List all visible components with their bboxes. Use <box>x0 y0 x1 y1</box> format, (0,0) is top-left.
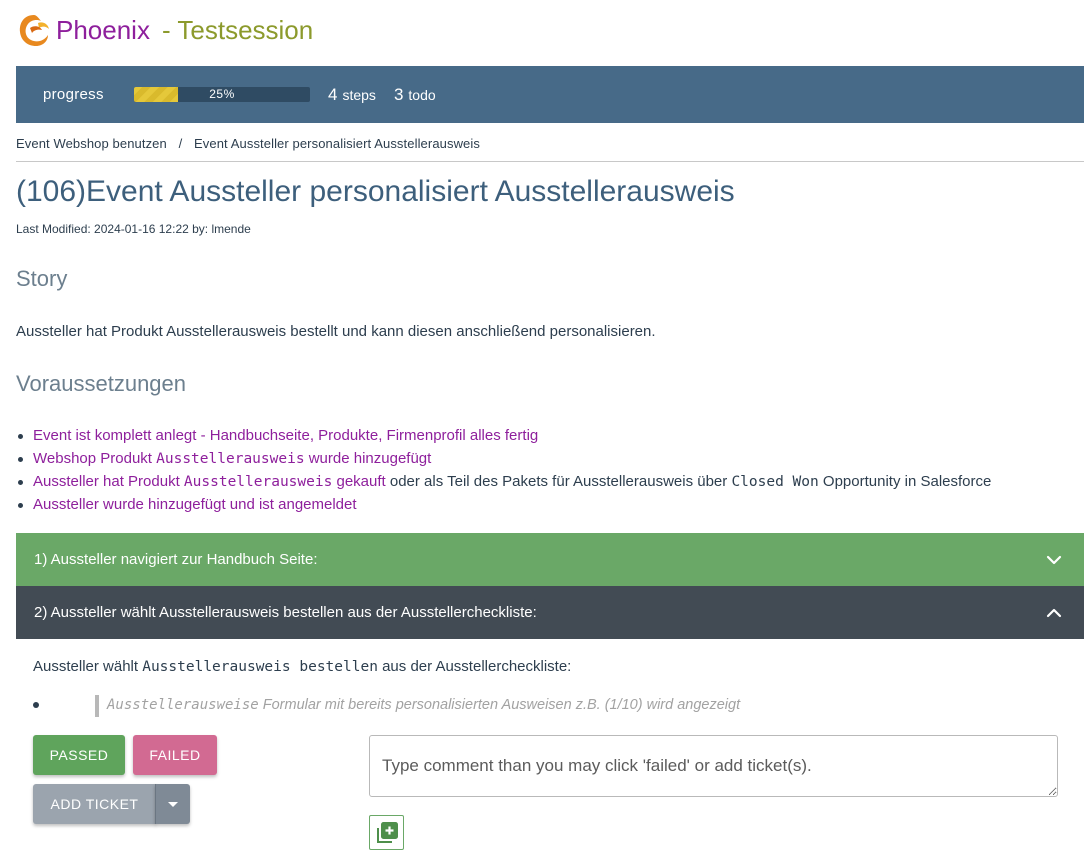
list-item: Aussteller hat Produkt Ausstellerausweis… <box>17 473 992 496</box>
todo-stat: 3 todo <box>394 85 436 105</box>
expected-text: Formular mit bereits personalisierten Au… <box>258 697 741 713</box>
chevron-up-icon[interactable] <box>1046 605 1062 621</box>
precondition-text: Aussteller wurde hinzugefügt und ist ang… <box>33 496 357 513</box>
precondition-text-post: wurde hinzugefügt <box>304 450 432 467</box>
add-box-icon <box>376 821 398 843</box>
steps-word: steps <box>342 86 376 103</box>
precondition-text: Aussteller hat Produkt Ausstellerausweis… <box>33 473 386 490</box>
chevron-down-icon[interactable] <box>1046 552 1062 568</box>
step-label: 2) Aussteller wählt Ausstellerausweis be… <box>34 604 537 621</box>
precondition-text-post: gekauft <box>332 473 386 490</box>
session-title: - Testsession <box>161 14 314 45</box>
todo-count: 3 <box>393 84 404 104</box>
header-divider <box>16 161 1084 162</box>
app-brand[interactable]: Phoenix <box>56 15 150 46</box>
breadcrumb: Event Webshop benutzen / Event Ausstelle… <box>16 136 480 151</box>
story-heading: Story <box>16 266 68 291</box>
list-item: Webshop Produkt Ausstellerausweis wurde … <box>17 450 991 473</box>
breadcrumb-separator: / <box>178 136 183 151</box>
last-modified: Last Modified: 2024-01-16 12:22 by: lmen… <box>16 222 251 236</box>
precondition-text: Event ist komplett anlegt - Handbuchseit… <box>33 427 539 444</box>
expected-bullet <box>33 702 39 708</box>
expected-code: Ausstellerausweise <box>107 697 259 713</box>
precondition-rest-post: Opportunity in Salesforce <box>818 473 992 490</box>
progress-label: progress <box>43 86 104 103</box>
breadcrumb-item-current: Event Aussteller personalisiert Ausstell… <box>194 136 480 151</box>
preconditions-list: Event ist komplett anlegt - Handbuchseit… <box>17 427 992 519</box>
page-title: (106)Event Aussteller personalisiert Aus… <box>16 175 735 208</box>
add-ticket-button[interactable]: ADD TICKET <box>33 784 156 824</box>
precondition-rest-code: Closed Won <box>731 474 819 490</box>
precondition-text: Webshop Produkt Ausstellerausweis wurde … <box>33 450 431 467</box>
step-text-pre: Aussteller wählt <box>33 658 143 675</box>
add-attachment-button[interactable] <box>369 815 404 850</box>
todo-word: todo <box>408 86 436 103</box>
breadcrumb-item-parent[interactable]: Event Webshop benutzen <box>16 136 167 151</box>
precondition-rest-pre: oder als Teil des Pakets für Ausstellera… <box>385 473 732 490</box>
progress-percent: 25% <box>209 87 235 101</box>
step-description: Aussteller wählt Ausstellerausweis beste… <box>33 658 571 675</box>
precondition-text-pre: Aussteller hat Produkt <box>33 473 184 490</box>
add-ticket-dropdown-button[interactable] <box>155 784 190 824</box>
progress-panel: progress 25% 4 steps 3 todo <box>16 66 1084 123</box>
step-header-1[interactable]: 1) Aussteller navigiert zur Handbuch Sei… <box>16 533 1084 586</box>
app-header: Phoenix - Testsession <box>16 10 313 50</box>
step-header-2[interactable]: 2) Aussteller wählt Ausstellerausweis be… <box>16 586 1084 639</box>
preconditions-heading: Voraussetzungen <box>16 371 187 396</box>
comment-input[interactable] <box>369 735 1058 797</box>
step-label: 1) Aussteller navigiert zur Handbuch Sei… <box>34 551 318 568</box>
phoenix-bird-icon <box>19 15 49 46</box>
passed-button[interactable]: PASSED <box>33 735 125 775</box>
caret-down-icon <box>168 801 178 807</box>
expected-result: Ausstellerausweise Formular mit bereits … <box>107 697 740 713</box>
story-text: Aussteller hat Produkt Ausstellerausweis… <box>16 323 656 340</box>
step-text-post: aus der Ausstellercheckliste: <box>377 658 572 675</box>
precondition-text-pre: Webshop Produkt <box>33 450 157 467</box>
failed-button[interactable]: FAILED <box>133 735 217 775</box>
step-text-code: Ausstellerausweis bestellen <box>142 659 378 675</box>
steps-count: 4 <box>328 84 338 104</box>
steps-stat: 4 steps <box>328 85 376 105</box>
precondition-code: Ausstellerausweis <box>183 474 333 490</box>
list-item: Event ist komplett anlegt - Handbuchseit… <box>17 427 991 450</box>
precondition-code: Ausstellerausweis <box>156 451 305 467</box>
blockquote-bar <box>95 695 99 717</box>
list-item: Aussteller wurde hinzugefügt und ist ang… <box>17 496 991 519</box>
progress-track: 25% <box>134 87 310 102</box>
